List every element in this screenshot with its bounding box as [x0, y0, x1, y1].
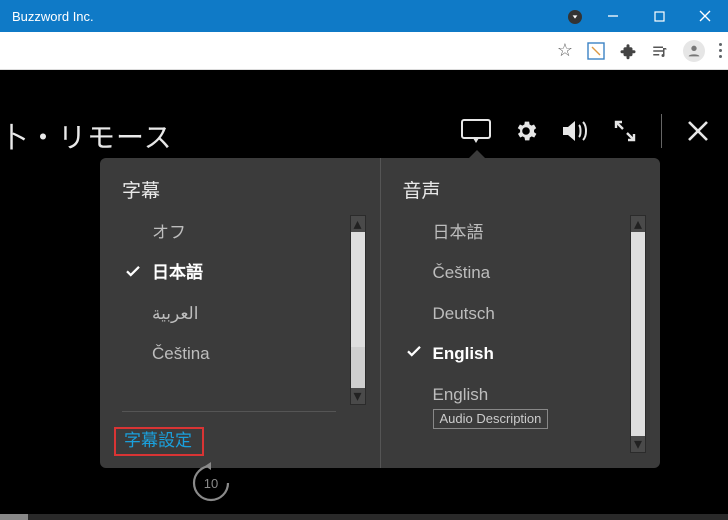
audio-option-english[interactable]: English	[403, 336, 647, 372]
audio-list: ✔ 日本語 ✔ Čeština ✔ Deutsch	[403, 215, 647, 437]
subtitles-scrollbar[interactable]: ▴ ▾	[350, 215, 366, 405]
browser-menu-icon[interactable]	[719, 43, 722, 58]
subtitle-option-label: العربية	[152, 304, 198, 324]
audio-option-label: Čeština	[433, 263, 491, 283]
audio-column: 音声 ✔ 日本語 ✔ Čeština ✔ Deutsch	[380, 158, 661, 468]
settings-gear-icon[interactable]	[513, 118, 539, 144]
audio-list-viewport: ✔ 日本語 ✔ Čeština ✔ Deutsch	[403, 215, 647, 453]
subtitle-option-arabic[interactable]: ✔ العربية	[122, 296, 366, 332]
audio-option-label: 日本語	[433, 223, 484, 243]
player-controls	[461, 114, 710, 148]
controls-divider	[661, 114, 662, 148]
subtitles-column: 字幕 ✔ オフ 日本語 ✔ العربية	[100, 158, 380, 468]
audio-description-badge: Audio Description	[433, 409, 549, 429]
subtitle-option-off[interactable]: ✔ オフ	[122, 215, 366, 251]
scroll-track[interactable]	[631, 232, 645, 436]
subtitle-option-label: 日本語	[152, 263, 203, 283]
window-title: Buzzword Inc.	[12, 9, 568, 24]
seek-bar[interactable]	[0, 514, 728, 520]
subtitle-audio-panel: 字幕 ✔ オフ 日本語 ✔ العربية	[100, 158, 660, 468]
rewind-seconds-label: 10	[204, 476, 218, 491]
browser-toolbar: ☆	[0, 32, 728, 70]
bookmark-star-icon[interactable]: ☆	[557, 40, 573, 61]
subtitle-option-japanese[interactable]: 日本語	[122, 255, 366, 291]
seek-progress	[0, 514, 28, 520]
video-title: 卜・リモース	[0, 116, 173, 156]
audio-option-japanese[interactable]: ✔ 日本語	[403, 215, 647, 251]
subtitle-option-label: オフ	[152, 223, 186, 243]
minimize-button[interactable]	[590, 0, 636, 32]
check-icon	[405, 343, 423, 366]
column-divider	[122, 411, 336, 412]
scroll-track[interactable]	[351, 232, 365, 388]
scroll-up-icon[interactable]: ▴	[631, 216, 645, 232]
audio-scrollbar[interactable]: ▴ ▾	[630, 215, 646, 453]
audio-option-label: English	[433, 385, 489, 405]
scroll-thumb[interactable]	[631, 232, 645, 436]
subtitle-settings-highlight: 字幕設定	[114, 427, 204, 456]
audio-option-czech[interactable]: ✔ Čeština	[403, 255, 647, 291]
check-icon	[124, 262, 142, 285]
subtitles-icon[interactable]	[461, 119, 491, 143]
audio-heading: 音声	[403, 176, 653, 203]
window-controls	[590, 0, 728, 32]
close-player-icon[interactable]	[686, 119, 710, 143]
video-player: 卜・リモース 字幕 ✔ オフ	[0, 70, 728, 520]
volume-icon[interactable]	[561, 118, 591, 144]
maximize-button[interactable]	[636, 0, 682, 32]
close-button[interactable]	[682, 0, 728, 32]
scroll-down-icon[interactable]: ▾	[351, 388, 365, 404]
scroll-thumb[interactable]	[351, 232, 365, 347]
media-playlist-icon[interactable]	[651, 42, 669, 60]
subtitles-heading: 字幕	[122, 176, 372, 203]
fullscreen-icon[interactable]	[613, 119, 637, 143]
subtitle-option-label: Čeština	[152, 344, 210, 364]
extensions-puzzle-icon[interactable]	[619, 42, 637, 60]
window-titlebar: Buzzword Inc.	[0, 0, 728, 32]
profile-avatar-icon[interactable]	[683, 40, 705, 62]
titlebar-dropdown-icon[interactable]	[568, 10, 582, 24]
audio-option-english-ad[interactable]: ✔ English Audio Description	[403, 377, 647, 437]
subtitles-list: ✔ オフ 日本語 ✔ العربية ✔	[122, 215, 366, 373]
subtitle-option-czech[interactable]: ✔ Čeština	[122, 336, 366, 372]
rewind-10-button[interactable]: 10	[188, 460, 234, 506]
audio-option-label: English	[433, 344, 494, 364]
extension-ocr-icon[interactable]	[587, 42, 605, 60]
audio-option-label: Deutsch	[433, 304, 495, 324]
scroll-down-icon[interactable]: ▾	[631, 436, 645, 452]
subtitles-list-viewport: ✔ オフ 日本語 ✔ العربية ✔	[122, 215, 366, 405]
scroll-up-icon[interactable]: ▴	[351, 216, 365, 232]
subtitle-settings-link[interactable]: 字幕設定	[124, 420, 192, 453]
audio-option-german[interactable]: ✔ Deutsch	[403, 296, 647, 332]
